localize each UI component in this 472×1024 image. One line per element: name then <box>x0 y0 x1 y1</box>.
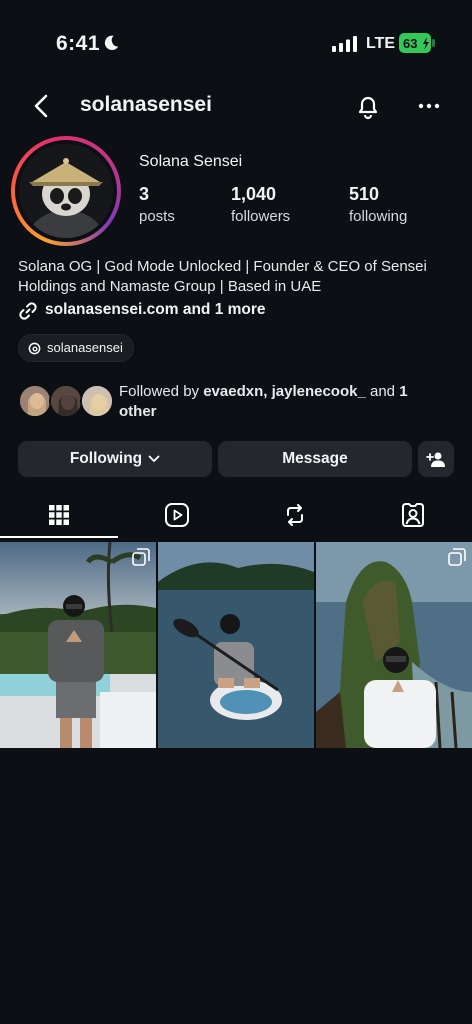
network-type: LTE <box>366 35 396 52</box>
posts-grid <box>0 542 472 748</box>
link-icon <box>19 302 37 320</box>
active-tab-indicator <box>0 536 118 538</box>
stat-posts-value: 3 <box>139 184 150 204</box>
battery-level: 63 <box>403 36 417 51</box>
post-thumbnail[interactable] <box>0 542 156 748</box>
avatar[interactable] <box>19 144 113 238</box>
message-button-label: Message <box>282 450 348 467</box>
stat-followers-value: 1,040 <box>231 184 277 204</box>
bell-icon[interactable] <box>354 92 382 120</box>
tab-posts-grid[interactable] <box>0 496 118 538</box>
follower-avatar <box>18 384 52 418</box>
add-person-icon <box>426 452 445 467</box>
post-thumbnail[interactable] <box>158 542 314 748</box>
followed-by[interactable]: Followed by evaedxn, jaylenecook_ and 1 … <box>18 382 458 426</box>
following-button[interactable]: Following <box>18 441 212 477</box>
follower-avatar <box>80 384 114 418</box>
threads-badge[interactable]: solanasensei <box>18 334 134 362</box>
post-thumbnail[interactable] <box>316 542 472 748</box>
clock: 6:41 <box>56 32 101 55</box>
stat-following[interactable]: 510 following <box>349 184 407 225</box>
tagged-icon <box>402 503 424 527</box>
bio: Solana OG | God Mode Unlocked | Founder … <box>18 258 427 295</box>
threads-icon <box>28 342 41 355</box>
post-image-cliff <box>316 542 472 748</box>
stat-following-label: following <box>349 208 408 225</box>
carousel-icon <box>448 548 466 566</box>
following-button-label: Following <box>69 450 143 467</box>
display-name: Solana Sensei <box>139 153 243 170</box>
tab-tagged[interactable] <box>354 496 472 538</box>
stat-posts[interactable]: 3 posts <box>139 184 175 225</box>
post-image-villa <box>0 542 156 748</box>
stat-posts-label: posts <box>139 208 175 225</box>
profile-tabs <box>0 496 472 538</box>
bio-link-text: solanasensei.com and 1 more <box>45 301 266 318</box>
reels-icon <box>165 503 189 527</box>
profile-header: solanasensei <box>0 84 472 128</box>
message-button[interactable]: Message <box>218 441 412 477</box>
followed-by-text: Followed by evaedxn, jaylenecook_ and 1 … <box>119 383 408 420</box>
more-options-icon[interactable] <box>414 94 444 118</box>
stat-followers[interactable]: 1,040 followers <box>231 184 290 225</box>
panda-avatar-image <box>19 144 113 238</box>
reposts-icon <box>287 504 303 526</box>
suggest-people-button[interactable] <box>418 441 454 477</box>
carousel-icon <box>132 548 150 566</box>
threads-handle: solanasensei <box>47 340 123 355</box>
status-bar: 6:41 LTE 63 <box>0 0 472 80</box>
post-image-paddleboard <box>158 542 314 748</box>
header-username: solanasensei <box>80 93 212 116</box>
signal-icon <box>332 36 357 52</box>
battery-icon: 63 <box>399 33 435 53</box>
grid-icon <box>49 505 69 525</box>
moon-icon <box>104 35 119 51</box>
tab-reposts[interactable] <box>236 496 354 538</box>
story-ring[interactable] <box>11 136 121 246</box>
tab-reels[interactable] <box>118 496 236 538</box>
back-arrow-icon[interactable] <box>30 92 54 120</box>
follower-avatar <box>49 384 83 418</box>
stat-followers-label: followers <box>231 208 291 225</box>
stat-following-value: 510 <box>349 184 380 204</box>
chevron-down-icon <box>148 455 160 462</box>
